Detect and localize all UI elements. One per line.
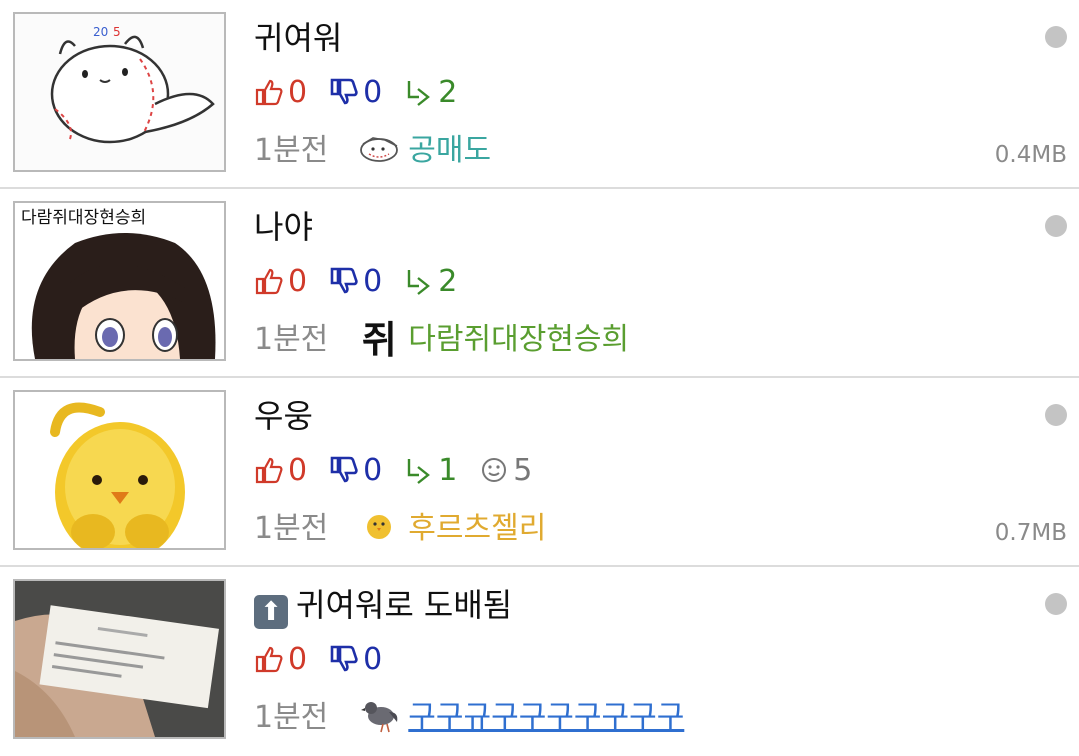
post-time: 1분전 [254,322,329,357]
post-item[interactable]: 20 5 귀여워 0 0 2 1분전 공매도 0.4MB [0,0,1079,189]
author-name[interactable]: 후르츠젤리 [408,503,546,547]
post-thumbnail[interactable] [13,390,226,550]
svg-text:20: 20 [93,25,108,39]
post-time: 1분전 [254,700,329,735]
post-title[interactable]: 나야 [254,207,313,247]
dislike-count[interactable]: 0 [329,453,382,488]
thumbs-down-icon [330,267,358,294]
post-meta: 1분전 쥐 다람쥐대장현승희 [254,314,629,362]
post-time: 1분전 [254,511,329,546]
post-title[interactable]: ⬆ 귀여워로 도배됨 [254,585,512,629]
author-badge-icon [354,126,404,168]
svg-text:5: 5 [113,25,121,39]
post-thumbnail[interactable]: 다람쥐대장현승희 [13,201,226,361]
status-dot [1045,593,1067,615]
thumbs-down-icon [330,78,358,105]
author-name[interactable]: 구구규구구구구구구구 [408,692,684,736]
post-meta: 1분전 공매도 [254,126,491,168]
author-name[interactable]: 공매도 [408,125,491,169]
post-item[interactable]: 다람쥐대장현승희 나야 0 0 2 1분전 쥐 다람쥐대장현승희 [0,189,1079,378]
dislike-count[interactable]: 0 [329,75,382,110]
dislike-count[interactable]: 0 [329,642,382,677]
thumbnail-caption: 다람쥐대장현승희 [21,208,146,228]
thumbs-down-icon [330,645,358,672]
thumbs-down-icon [330,456,358,483]
file-size: 0.7MB [994,520,1067,546]
post-stats: 0 0 1 5 [254,450,554,490]
post-meta: 1분전 후르츠젤리 [254,504,546,546]
post-thumbnail[interactable] [13,579,226,739]
post-stats: 0 0 2 [254,72,479,112]
like-count[interactable]: 0 [254,75,307,110]
reply-count[interactable]: 1 [404,453,457,488]
post-stats: 0 0 [254,639,404,679]
file-size: 0.4MB [994,142,1067,168]
status-dot [1045,215,1067,237]
post-time: 1분전 [254,133,329,168]
status-dot [1045,26,1067,48]
like-count[interactable]: 0 [254,264,307,299]
reply-arrow-icon [407,459,431,484]
status-dot [1045,404,1067,426]
reply-arrow-icon [407,81,431,106]
thumbs-up-icon [255,646,283,673]
author-name[interactable]: 다람쥐대장현승희 [408,314,629,358]
smile-face-icon [482,458,507,482]
thumbs-up-icon [255,79,283,106]
reply-count[interactable]: 2 [404,264,457,299]
post-thumbnail[interactable]: 20 5 [13,12,226,172]
author-badge: 쥐 [361,317,397,362]
chick-badge-icon [354,504,404,546]
view-count: 5 [479,453,532,488]
dislike-count[interactable]: 0 [329,264,382,299]
up-arrow-icon: ⬆ [254,595,288,629]
reply-arrow-icon [407,270,431,295]
post-title[interactable]: 우웅 [254,396,313,436]
like-count[interactable]: 0 [254,642,307,677]
post-stats: 0 0 2 [254,261,479,301]
like-count[interactable]: 0 [254,453,307,488]
post-title[interactable]: 귀여워 [254,18,342,58]
post-meta: 1분전 구구규구구구구구구구 [254,693,684,735]
post-item[interactable]: ⬆ 귀여워로 도배됨 0 0 1분전 구구규구구구구구구구 [0,567,1079,756]
pigeon-badge-icon [354,693,404,735]
thumbs-up-icon [255,268,283,295]
thumbs-up-icon [255,457,283,484]
reply-count[interactable]: 2 [404,75,457,110]
post-item[interactable]: 우웅 0 0 1 5 1분전 후르츠젤리 0.7MB [0,378,1079,567]
